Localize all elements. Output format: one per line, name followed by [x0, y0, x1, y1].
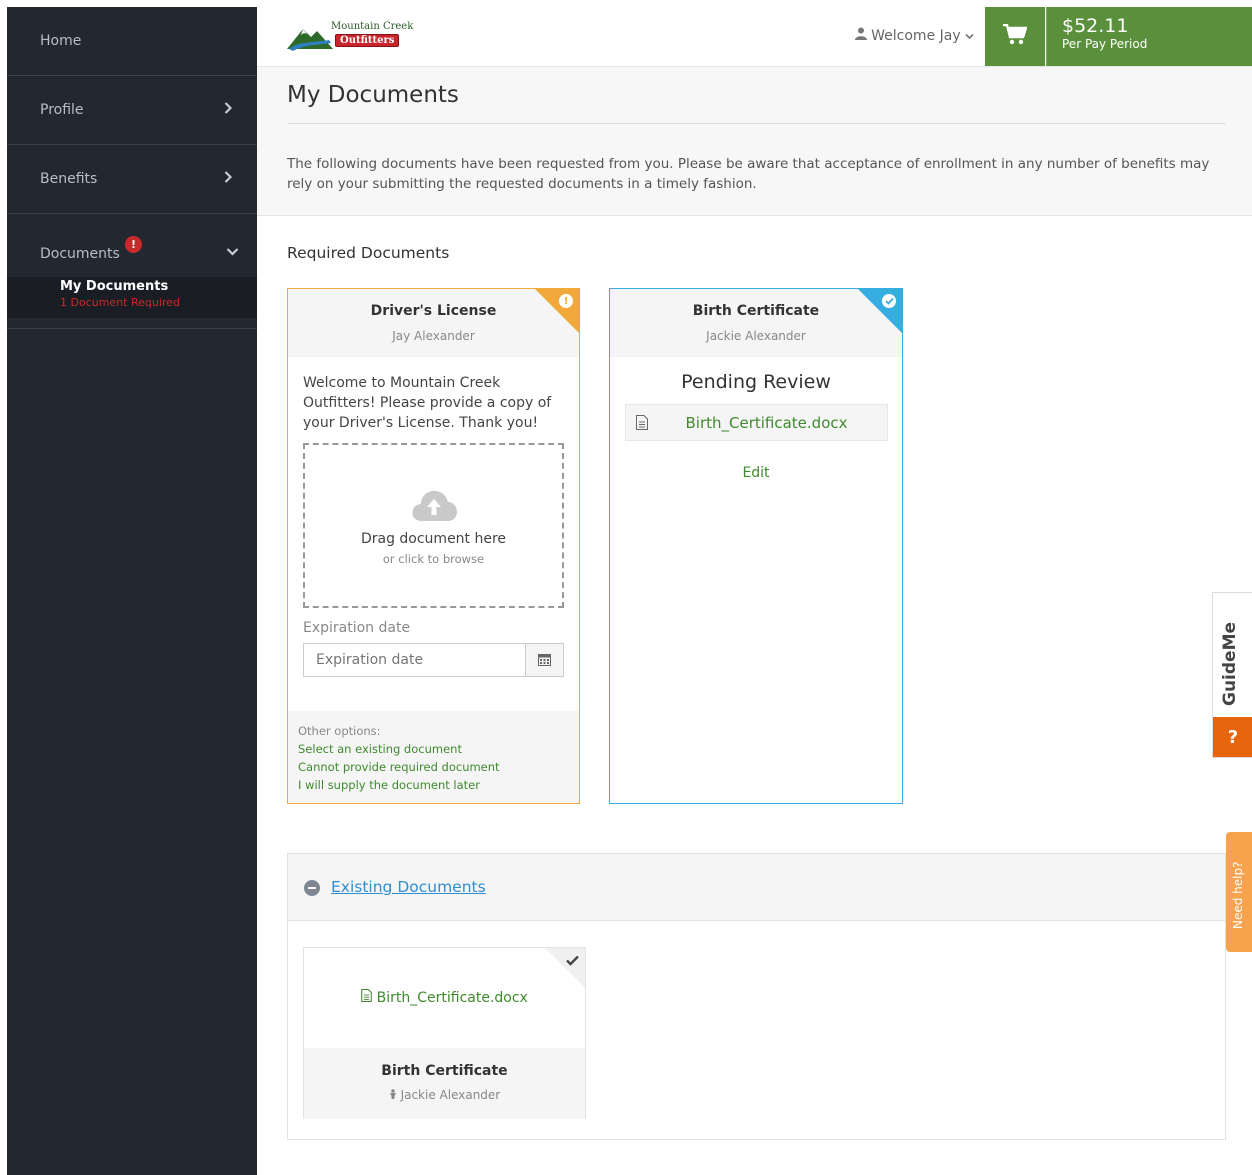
- check-circle-icon: [882, 294, 896, 308]
- chevron-right-icon: [224, 171, 233, 187]
- existing-documents-panel: Existing Documents Birth_Certificate.doc…: [287, 853, 1226, 1140]
- collapse-icon: [304, 880, 320, 896]
- sidebar-item-profile[interactable]: Profile: [7, 76, 257, 145]
- calendar-button[interactable]: [525, 643, 564, 677]
- mountain-icon: [287, 29, 333, 51]
- cart-button[interactable]: [985, 7, 1045, 66]
- status-corner: [858, 289, 902, 333]
- chevron-down-icon: [224, 248, 239, 256]
- document-name: Birth Certificate: [381, 1063, 508, 1079]
- document-person-row: Jackie Alexander: [304, 1088, 585, 1102]
- sidebar-item-label: Documents: [40, 246, 120, 262]
- edit-link[interactable]: Edit: [610, 465, 902, 481]
- document-person: Jackie Alexander: [400, 1088, 501, 1102]
- divider: [287, 123, 1226, 124]
- status-text: Pending Review: [681, 371, 831, 393]
- logo-text-line2: Outfitters: [335, 34, 400, 47]
- dropzone-subtext: or click to browse: [382, 552, 485, 566]
- need-help-label: Need help?: [1231, 861, 1245, 929]
- existing-documents-header[interactable]: Existing Documents: [288, 854, 1225, 921]
- company-logo[interactable]: Mountain Creek Outfitters: [287, 21, 414, 53]
- file-name: Birth_Certificate.docx: [685, 414, 848, 432]
- guideme-widget[interactable]: GuideMe ?: [1212, 592, 1252, 758]
- user-menu[interactable]: Welcome Jay: [855, 27, 974, 44]
- page-header: My Documents The following documents hav…: [257, 67, 1252, 216]
- document-card-birth-certificate: Birth Certificate Jackie Alexander Pendi…: [609, 288, 903, 804]
- checkmark-icon: [566, 954, 579, 970]
- welcome-text: Welcome Jay: [871, 28, 961, 44]
- supply-later-link[interactable]: I will supply the document later: [298, 776, 569, 794]
- logo-text-line1: Mountain Creek: [331, 21, 414, 32]
- existing-document-card[interactable]: Birth_Certificate.docx Birth Certificate…: [303, 947, 586, 1119]
- cart-icon: [1003, 23, 1028, 49]
- file-name: Birth_Certificate.docx: [376, 990, 528, 1006]
- person-icon: [389, 1088, 401, 1102]
- existing-documents-toggle[interactable]: Existing Documents: [331, 878, 486, 896]
- subitem-status: 1 Document Required: [60, 296, 180, 309]
- sidebar-item-label: Benefits: [40, 171, 98, 187]
- expiration-label: Expiration date: [303, 620, 411, 636]
- subitem-label: My Documents: [60, 279, 169, 294]
- other-options: Other options: Select an existing docume…: [288, 711, 579, 803]
- top-bar: Mountain Creek Outfitters Welcome Jay $5…: [257, 7, 1252, 67]
- calendar-icon: [538, 651, 551, 670]
- sidebar-item-home[interactable]: Home: [7, 7, 257, 76]
- status-corner: [535, 289, 579, 333]
- price-amount: $52.11: [1062, 15, 1129, 37]
- price-period: Per Pay Period: [1062, 37, 1148, 51]
- sidebar: Home Profile Benefits Documents ! My Doc…: [7, 7, 257, 1175]
- user-icon: [855, 27, 871, 44]
- cloud-upload-icon: [411, 489, 457, 525]
- section-title-required: Required Documents: [287, 244, 450, 262]
- price-summary[interactable]: $52.11 Per Pay Period: [1046, 7, 1252, 66]
- other-options-label: Other options:: [298, 724, 381, 738]
- uploaded-file[interactable]: Birth_Certificate.docx: [625, 404, 888, 441]
- selected-corner: [545, 948, 585, 988]
- existing-document-footer: Birth Certificate Jackie Alexander: [304, 1048, 585, 1119]
- select-existing-link[interactable]: Select an existing document: [298, 740, 569, 758]
- file-icon: [361, 988, 376, 1006]
- warning-icon: !: [559, 294, 573, 308]
- alert-badge: !: [125, 236, 142, 253]
- sidebar-subitem-my-documents[interactable]: My Documents 1 Document Required: [7, 277, 257, 318]
- page-description: The following documents have been reques…: [287, 156, 1210, 192]
- sidebar-item-label: Profile: [40, 102, 84, 118]
- chevron-down-icon: [965, 28, 974, 44]
- cannot-provide-link[interactable]: Cannot provide required document: [298, 758, 569, 776]
- expiration-date-input[interactable]: [303, 643, 525, 677]
- sidebar-item-benefits[interactable]: Benefits: [7, 145, 257, 214]
- chevron-right-icon: [224, 102, 233, 118]
- sidebar-item-label: Home: [40, 33, 82, 49]
- existing-file[interactable]: Birth_Certificate.docx: [304, 988, 585, 1006]
- upload-dropzone[interactable]: Drag document here or click to browse: [303, 443, 564, 608]
- question-icon: ?: [1213, 717, 1252, 757]
- request-message: Welcome to Mountain Creek Outfitters! Pl…: [303, 375, 552, 431]
- page-title: My Documents: [287, 82, 459, 108]
- need-help-button[interactable]: Need help?: [1226, 832, 1252, 952]
- document-card-drivers-license: Driver's License Jay Alexander ! Welcome…: [287, 288, 580, 804]
- sidebar-item-documents[interactable]: Documents ! My Documents 1 Document Requ…: [7, 214, 257, 329]
- dropzone-text: Drag document here: [360, 531, 507, 547]
- guideme-label: GuideMe: [1220, 621, 1240, 706]
